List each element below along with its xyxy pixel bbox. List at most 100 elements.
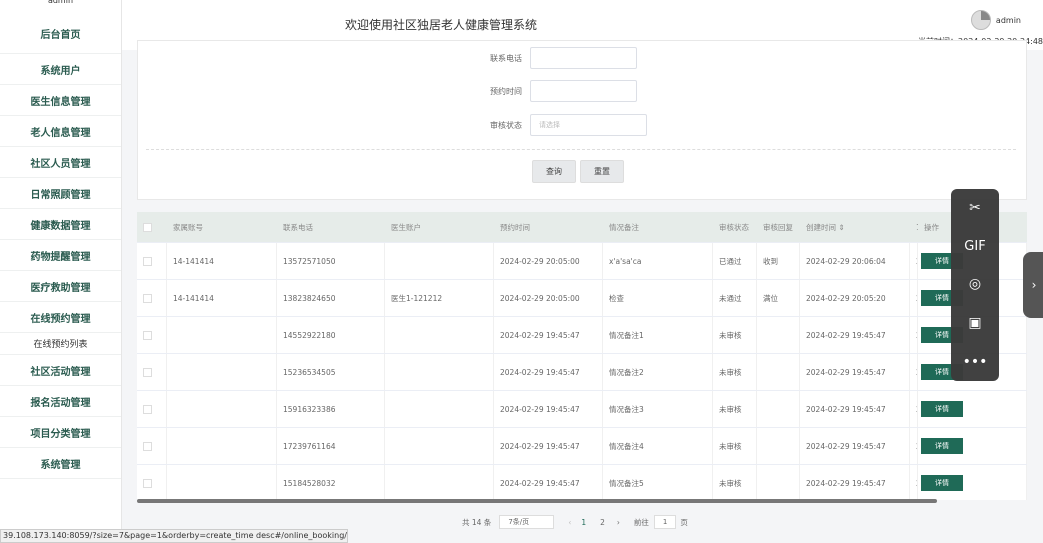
column-header: 审核状态 (719, 222, 749, 232)
row-checkbox-cell[interactable] (137, 317, 167, 353)
table-cell (385, 428, 494, 464)
checkbox[interactable] (143, 478, 152, 488)
table-cell: 检查 (603, 280, 713, 316)
detail-button[interactable]: 详情 (921, 438, 963, 454)
table-cell: 15916323386 (277, 391, 385, 427)
sidebar-item[interactable]: 健康数据管理 (0, 209, 121, 240)
time-input[interactable] (530, 80, 637, 102)
query-button[interactable]: 查询 (532, 160, 576, 183)
table-row: 15184528032 2024-02-29 19:45:47 情况备注5 未审核 20… (137, 465, 1027, 500)
page-title: 欢迎使用社区独居老人健康管理系统 (345, 18, 538, 32)
sidebar-item[interactable]: 系统管理 (0, 448, 121, 479)
table-cell: 情况备注1 (603, 317, 713, 353)
row-checkbox-cell[interactable] (137, 391, 167, 427)
gif-icon[interactable]: GIF (964, 239, 985, 254)
actions-cell: 详情 (918, 465, 1027, 500)
table-cell (757, 391, 800, 427)
status-label: 审核状态 (490, 120, 522, 130)
status-select[interactable]: 请选择 (530, 114, 647, 136)
checkbox[interactable] (143, 441, 152, 451)
table-cell (385, 465, 494, 500)
table-cell (385, 317, 494, 353)
prev-page[interactable]: ‹ (568, 518, 571, 527)
sidebar-item[interactable]: 老人信息管理 (0, 116, 121, 147)
avatar[interactable] (970, 10, 991, 30)
next-page[interactable]: › (617, 518, 620, 527)
sidebar-item[interactable]: 医生信息管理 (0, 85, 121, 116)
chevron-right-icon: › (1031, 278, 1037, 292)
table-cell: 2 (910, 354, 918, 390)
screenshot-icon[interactable]: ▣ (968, 315, 981, 331)
sidebar-subitem-online-booking-list[interactable]: 在线预约列表 (0, 333, 121, 355)
sidebar-item[interactable]: 社区人员管理 (0, 147, 121, 178)
row-checkbox-cell[interactable] (137, 280, 167, 316)
table-cell: 2024-02-29 19:45:47 (800, 428, 910, 464)
sidebar-item[interactable]: 药物提醒管理 (0, 240, 121, 271)
user-menu[interactable]: admin (970, 10, 1021, 30)
checkbox[interactable] (143, 367, 152, 377)
row-checkbox-cell[interactable] (137, 354, 167, 390)
username: admin (995, 15, 1021, 25)
side-expand-tab[interactable]: › (1023, 252, 1043, 318)
more-icon[interactable]: ••• (963, 354, 988, 370)
table-cell: 2024-02-29 19:45:47 (494, 354, 603, 390)
table-cell: 2024-02-29 19:45:47 (800, 391, 910, 427)
sidebar-item[interactable]: 后台首页 (0, 14, 121, 54)
page-size-select[interactable]: 7条/页 (499, 515, 555, 529)
table-cell: 2024-02-29 19:45:47 (800, 317, 910, 353)
goto-input[interactable]: 1 (653, 515, 677, 529)
table-cell: 2024-02-29 19:45:47 (494, 428, 603, 464)
checkbox[interactable] (143, 330, 152, 340)
checkbox[interactable] (143, 404, 152, 414)
status-bar-url: 39.108.173.140:8059/?size=7&page=1&order… (0, 529, 348, 543)
page-2[interactable]: 2 (600, 518, 605, 527)
table-cell: x'a'sa'ca (603, 243, 713, 279)
table-cell: 2024-02-29 19:45:47 (494, 317, 603, 353)
table-cell: 未审核 (713, 428, 757, 464)
checkbox[interactable] (143, 293, 152, 303)
sidebar-item[interactable]: 社区活动管理 (0, 355, 121, 386)
sidebar-item[interactable]: 在线预约管理 (0, 302, 121, 333)
phone-label: 联系电话 (490, 53, 522, 63)
table-cell (385, 243, 494, 279)
detail-button[interactable]: 详情 (921, 475, 963, 491)
row-checkbox-cell[interactable] (137, 428, 167, 464)
table-cell: 2024-02-29 19:45:47 (800, 465, 910, 500)
select-all-checkbox-cell[interactable] (137, 212, 167, 242)
sidebar-item[interactable]: 项目分类管理 (0, 417, 121, 448)
checkbox[interactable] (143, 256, 152, 266)
search-form: 联系电话 预约时间 审核状态 请选择 查询 重置 (137, 40, 1027, 200)
reset-button[interactable]: 重置 (580, 160, 624, 183)
sidebar-item[interactable]: 医疗救助管理 (0, 271, 121, 302)
table-cell: 2 (910, 243, 918, 279)
sidebar-item[interactable]: 系统用户 (0, 54, 121, 85)
scissors-icon[interactable]: ✂ (969, 200, 981, 216)
record-icon[interactable]: ◎ (969, 276, 981, 292)
table-cell: 医生1-121212 (385, 280, 494, 316)
table-cell: 未审核 (713, 391, 757, 427)
checkbox[interactable] (143, 222, 152, 232)
table-cell: 未审核 (713, 465, 757, 500)
column-header: 创建时间 ⇕ (806, 222, 845, 232)
table-cell: 情况备注4 (603, 428, 713, 464)
table-cell (167, 391, 277, 427)
divider (146, 149, 1016, 150)
phone-input[interactable] (530, 47, 637, 69)
table-cell: 2024-02-29 20:06:04 (800, 243, 910, 279)
row-checkbox-cell[interactable] (137, 243, 167, 279)
detail-button[interactable]: 详情 (921, 401, 963, 417)
horizontal-scrollbar[interactable] (137, 499, 937, 503)
table-cell: 2024-02-29 19:45:47 (800, 354, 910, 390)
booking-table: 家属账号联系电话医生账户预约时间情况备注审核状态审核回复创建时间 ⇕1操作14-… (137, 212, 1027, 500)
table-cell: 14-141414 (167, 243, 277, 279)
table-row: 17239761164 2024-02-29 19:45:47 情况备注4 未审核 20… (137, 428, 1027, 465)
table-cell: 2 (910, 391, 918, 427)
sidebar-item[interactable]: 日常照顾管理 (0, 178, 121, 209)
sidebar-item[interactable]: 报名活动管理 (0, 386, 121, 417)
page-1[interactable]: 1 (581, 518, 586, 527)
table-cell: 未审核 (713, 354, 757, 390)
row-checkbox-cell[interactable] (137, 465, 167, 500)
table-cell (757, 465, 800, 500)
page-unit: 页 (680, 517, 688, 527)
table-row: 15916323386 2024-02-29 19:45:47 情况备注3 未审核 20… (137, 391, 1027, 428)
